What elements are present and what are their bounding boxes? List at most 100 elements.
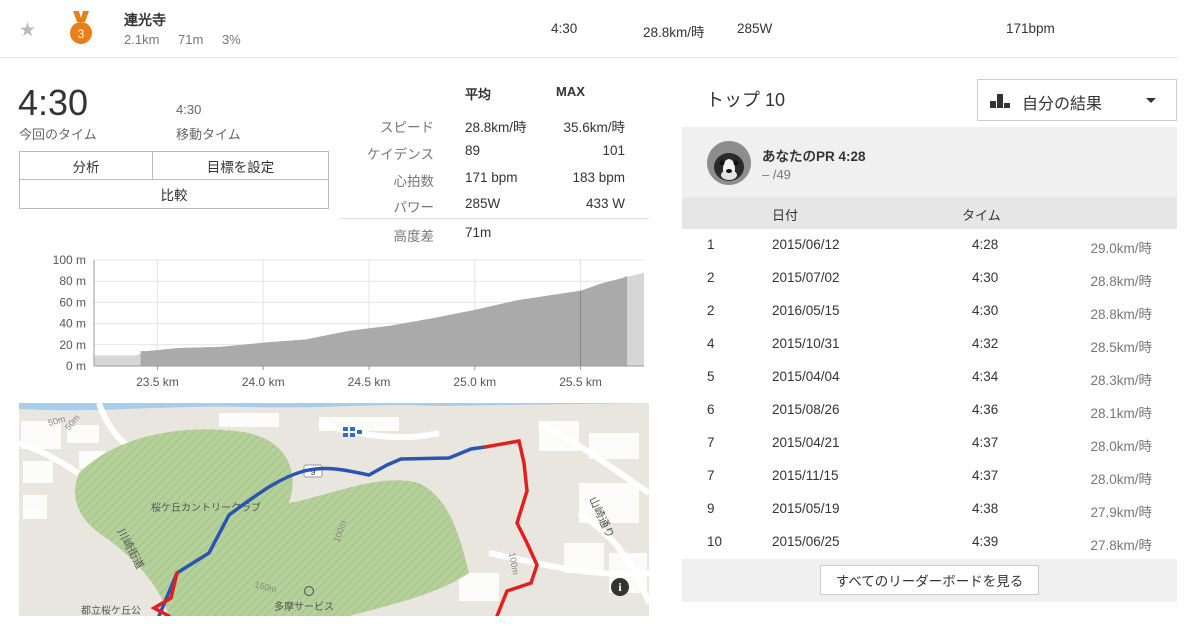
y-tick-label: 80 m	[59, 274, 86, 288]
stat-max: 183 bpm	[572, 170, 625, 185]
pr-title: あなたのPR 4:28	[762, 149, 866, 164]
filter-label: 自分の結果	[1022, 96, 1103, 113]
pr-rank: – /49	[762, 167, 791, 182]
row-time: 4:30	[972, 270, 999, 285]
stat-max: 101	[602, 143, 625, 158]
row-date[interactable]: 2015/04/04	[772, 369, 840, 384]
avatar[interactable]	[707, 141, 751, 185]
row-speed: 29.0km/時	[1090, 241, 1152, 256]
table-row[interactable]: 1 2015/06/12 4:28 29.0km/時	[682, 229, 1177, 262]
segment-grade: 3%	[221, 32, 241, 47]
row-date[interactable]: 2015/05/19	[772, 501, 840, 516]
table-row[interactable]: 7 2015/11/15 4:37 28.0km/時	[682, 460, 1177, 493]
y-tick-label: 0 m	[66, 359, 86, 373]
row-date[interactable]: 2015/10/31	[772, 336, 840, 351]
row-time: 4:37	[972, 468, 999, 483]
elevation-label: 高度差	[393, 229, 435, 244]
row-rank: 7	[707, 468, 715, 483]
stat-avg: 28.8km/時	[465, 120, 527, 135]
action-buttons: 分析 目標を設定 比較	[19, 151, 329, 209]
row-speed: 27.8km/時	[1090, 538, 1152, 553]
table-row[interactable]: 2 2016/05/15 4:30 28.8km/時	[682, 295, 1177, 328]
stat-label: パワー	[393, 200, 435, 215]
row-date[interactable]: 2015/06/12	[772, 237, 840, 252]
analysis-button[interactable]: 分析	[20, 152, 153, 180]
row-date[interactable]: 2015/11/15	[772, 468, 839, 483]
x-tick-label: 25.5 km	[559, 375, 602, 389]
stat-avg: 285W	[465, 196, 501, 211]
elevation-chart[interactable]: 0 m 20 m 40 m 60 m 80 m 100 m 23.5 km 24.0 km 24…	[0, 252, 655, 392]
table-row[interactable]: 9 2015/05/19 4:38 27.9km/時	[682, 493, 1177, 526]
table-row[interactable]: 4 2015/10/31 4:32 28.5km/時	[682, 328, 1177, 361]
row-rank: 7	[707, 435, 715, 450]
elapsed-time-label: 今回のタイム	[19, 127, 97, 142]
route-map[interactable]: 50m 50m 100m 100m 150m 川崎街道 山崎通り 桜ケ丘カントリ…	[19, 403, 649, 616]
medal-icon: 3	[70, 11, 92, 44]
segment-heart-rate: 171bpm	[1006, 21, 1055, 36]
segment-elevation: 71m	[178, 32, 204, 47]
row-rank: 4	[707, 336, 715, 351]
leaderboard-title: トップ 10	[706, 90, 786, 110]
moving-time: 4:30	[176, 102, 202, 117]
row-rank: 2	[707, 303, 715, 318]
row-speed: 28.5km/時	[1090, 340, 1152, 355]
elapsed-time: 4:30	[18, 82, 89, 123]
svg-text:3: 3	[78, 27, 85, 41]
row-date[interactable]: 2016/05/15	[772, 303, 840, 318]
row-time: 4:36	[972, 402, 999, 417]
elevation-value: 71m	[465, 225, 492, 240]
row-rank: 9	[707, 501, 715, 516]
leaderboard-panel: あなたのPR 4:28 – /49 日付 タイム 1 2015/06/12 4:…	[682, 127, 1177, 602]
row-speed: 28.1km/時	[1090, 406, 1152, 421]
x-tick-label: 24.0 km	[242, 375, 285, 389]
stat-max: 433 W	[585, 196, 625, 211]
stat-avg: 89	[465, 143, 481, 158]
row-time: 4:38	[972, 501, 999, 516]
segment-row[interactable]: ★ 3 連光寺 2.1km 71m 3% 4:30 28.8km/時 285W …	[0, 0, 1178, 58]
date-header: 日付	[772, 208, 799, 223]
row-date[interactable]: 2015/07/02	[772, 270, 840, 285]
map-canvas[interactable]: 50m 50m 100m 100m 150m 川崎街道 山崎通り 桜ケ丘カントリ…	[19, 403, 649, 616]
row-date[interactable]: 2015/08/26	[772, 402, 840, 417]
row-speed: 28.3km/時	[1090, 373, 1152, 388]
see-all-leaderboards-button[interactable]: すべてのリーダーボードを見る	[820, 565, 1039, 595]
row-speed: 28.8km/時	[1090, 307, 1152, 322]
row-time: 4:30	[972, 303, 999, 318]
table-row[interactable]: 2 2015/07/02 4:30 28.8km/時	[682, 262, 1177, 295]
x-tick-label: 25.0 km	[453, 375, 496, 389]
row-speed: 28.0km/時	[1090, 439, 1152, 454]
set-goal-button[interactable]: 目標を設定	[153, 152, 328, 180]
stat-max: 35.6km/時	[563, 120, 625, 135]
segment-time: 4:30	[551, 21, 578, 36]
place-label: 多摩サービス	[274, 600, 334, 613]
y-tick-label: 20 m	[59, 338, 86, 352]
stat-avg: 171 bpm	[465, 170, 518, 185]
y-tick-label: 40 m	[59, 317, 86, 331]
stat-label: スピード	[380, 120, 434, 135]
leaderboard-table: 1 2015/06/12 4:28 29.0km/時 2 2015/07/02 …	[682, 229, 1177, 559]
x-tick-label: 23.5 km	[136, 375, 179, 389]
table-row[interactable]: 6 2015/08/26 4:36 28.1km/時	[682, 394, 1177, 427]
table-row[interactable]: 5 2015/04/04 4:34 28.3km/時	[682, 361, 1177, 394]
row-rank: 5	[707, 369, 715, 384]
stat-label: ケイデンス	[367, 147, 434, 162]
row-time: 4:32	[972, 336, 999, 351]
moving-time-label: 移動タイム	[176, 127, 241, 142]
compare-button[interactable]: 比較	[20, 180, 328, 208]
row-date[interactable]: 2015/06/25	[772, 534, 840, 549]
row-time: 4:28	[972, 237, 999, 252]
segment-name[interactable]: 連光寺	[124, 10, 166, 30]
personal-record: あなたのPR 4:28 – /49	[682, 127, 1177, 197]
row-date[interactable]: 2015/04/21	[772, 435, 840, 450]
row-rank: 1	[707, 237, 715, 252]
row-time: 4:39	[972, 534, 999, 549]
y-tick-label: 60 m	[59, 295, 86, 309]
segment-speed: 28.8km/時	[643, 25, 705, 40]
bar-chart-icon	[990, 94, 1010, 108]
star-icon[interactable]: ★	[19, 19, 36, 42]
result-filter-select[interactable]: 自分の結果	[977, 79, 1177, 121]
chevron-down-icon	[1146, 98, 1156, 103]
table-row[interactable]: 7 2015/04/21 4:37 28.0km/時	[682, 427, 1177, 460]
place-label: 都立桜ケ丘公	[81, 604, 141, 616]
table-row[interactable]: 10 2015/06/25 4:39 27.8km/時	[682, 526, 1177, 559]
